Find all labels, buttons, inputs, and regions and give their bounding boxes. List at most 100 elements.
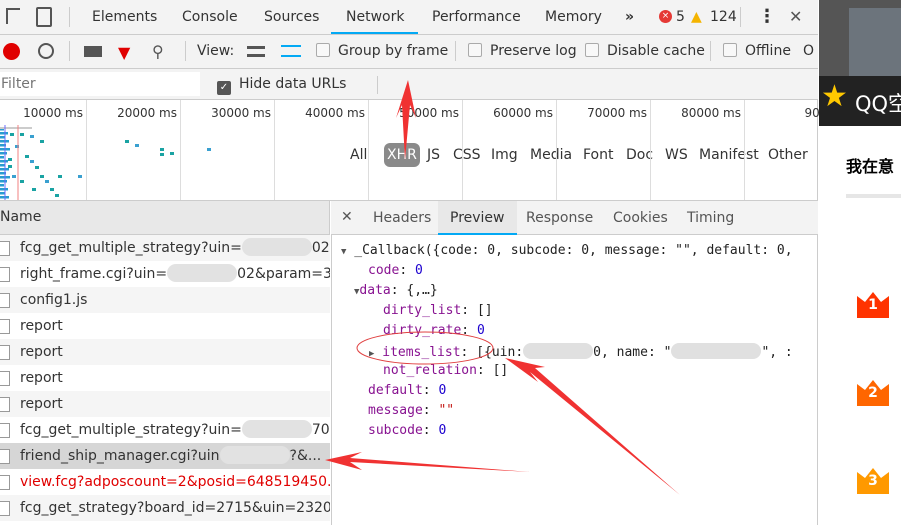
- name-column-header[interactable]: Name: [0, 201, 330, 235]
- detail-tab-preview[interactable]: Preview: [438, 201, 517, 235]
- request-name: report: [20, 396, 63, 412]
- network-toolbar: ▼ ⚲ View: Group by frame Preserve log Di…: [0, 35, 818, 69]
- file-icon: [0, 241, 10, 256]
- request-name-suffix: 02&param=3...: [237, 266, 330, 282]
- request-row[interactable]: report: [0, 313, 330, 339]
- waterfall-bar: [207, 148, 211, 151]
- waterfall-bar: [78, 175, 82, 178]
- device-toolbar-icon[interactable]: [36, 7, 52, 27]
- file-icon: [0, 397, 10, 412]
- waterfall-overview-icon[interactable]: [281, 45, 301, 57]
- request-name: view.fcg?adposcount=2&posid=648519450...: [20, 474, 330, 490]
- waterfall-bar: [55, 194, 59, 197]
- timeline-overview[interactable]: 10000 ms 20000 ms 30000 ms 40000 ms 50000 ms…: [0, 100, 839, 201]
- filter-input[interactable]: [0, 72, 200, 96]
- preview-subcode: subcode: 0: [368, 423, 447, 438]
- waterfall-bar: [160, 148, 164, 151]
- tab-memory[interactable]: Memory: [545, 0, 602, 34]
- redacted-blur: [167, 264, 238, 282]
- detail-tab-response[interactable]: Response: [514, 201, 605, 235]
- offline-checkbox[interactable]: Offline: [723, 43, 791, 59]
- record-icon[interactable]: [3, 43, 20, 60]
- request-name: fcg_get_strategy?board_id=2715&uin=2320.…: [20, 500, 330, 516]
- view-label: View:: [197, 43, 235, 59]
- expanded-triangle-icon[interactable]: ▼: [341, 247, 346, 257]
- large-rows-icon[interactable]: [247, 46, 265, 57]
- filter-icon[interactable]: ▼: [118, 43, 130, 62]
- preview-root[interactable]: ▼ _Callback({code: 0, subcode: 0, messag…: [341, 243, 793, 258]
- file-icon: [0, 371, 10, 386]
- error-icon[interactable]: ×: [659, 10, 672, 23]
- waterfall-bar: [0, 164, 5, 167]
- detail-tab-cookies[interactable]: Cookies: [601, 201, 680, 235]
- request-row[interactable]: friend_ship_manager.cgi?uin ?&...: [0, 443, 330, 469]
- inspect-element-icon[interactable]: [6, 8, 20, 24]
- redacted-blur: [241, 420, 312, 438]
- request-row[interactable]: report: [0, 365, 330, 391]
- request-name: report: [20, 318, 63, 334]
- disable-cache-checkbox[interactable]: Disable cache: [585, 43, 705, 59]
- request-name: config1.js: [20, 292, 88, 308]
- throttling-select[interactable]: O: [803, 43, 814, 59]
- warning-icon[interactable]: ▲: [691, 9, 702, 25]
- error-count[interactable]: 5: [676, 0, 685, 34]
- preview-dirty-list: dirty_list: []: [383, 303, 493, 318]
- redacted-blur: [219, 446, 290, 464]
- file-icon: [0, 319, 10, 334]
- waterfall-chart: [0, 125, 211, 200]
- web-page: ★ QQ空 我在意: [819, 0, 901, 525]
- waterfall-bar: [10, 133, 14, 136]
- waterfall-bar: [0, 180, 7, 183]
- tab-elements[interactable]: Elements: [92, 0, 157, 34]
- request-name: fcg_get_multiple_strategy?uin=: [20, 240, 242, 256]
- request-row[interactable]: fcg_get_strategy?board_id=2715&uin=2320.…: [0, 495, 330, 521]
- request-row[interactable]: fcg_get_multiple_strategy?uin= 702...: [0, 417, 330, 443]
- hide-data-urls-checkbox[interactable]: ✓ Hide data URLs: [217, 76, 346, 95]
- waterfall-bar: [45, 180, 49, 183]
- close-detail-icon[interactable]: ✕: [341, 209, 353, 225]
- tab-network[interactable]: Network: [331, 0, 418, 34]
- waterfall-bar: [20, 133, 24, 136]
- waterfall-bar: [125, 140, 129, 143]
- more-menu-icon[interactable]: ⋮: [758, 0, 776, 34]
- detail-tab-headers[interactable]: Headers: [361, 201, 443, 235]
- collapsed-triangle-icon: ▶: [369, 349, 375, 359]
- waterfall-bar: [0, 160, 8, 163]
- request-row[interactable]: config1.js: [0, 287, 330, 313]
- preserve-log-checkbox[interactable]: Preserve log: [468, 43, 577, 59]
- waterfall-bar: [50, 188, 54, 191]
- request-row[interactable]: fcg_get_multiple_strategy?uin= 02...: [0, 235, 330, 261]
- waterfall-bar: [0, 152, 7, 155]
- request-name-suffix: 02...: [311, 240, 330, 256]
- warning-count[interactable]: 124: [710, 0, 737, 34]
- file-icon: [0, 501, 10, 516]
- tab-performance[interactable]: Performance: [432, 0, 521, 34]
- waterfall-bar: [12, 175, 16, 178]
- devtools-panel: Elements Console Sources Network Perform…: [0, 0, 839, 525]
- request-name-suffix: ?&...: [289, 448, 322, 464]
- waterfall-bar: [170, 152, 174, 155]
- preview-data[interactable]: ▼data: {,…}: [354, 283, 438, 298]
- filter-bar: ✓Hide data URLs AllXHRJSCSSImgMediaFontD…: [0, 69, 818, 167]
- tab-sources[interactable]: Sources: [264, 0, 319, 34]
- tab-console[interactable]: Console: [182, 0, 238, 34]
- screenshot-camera-icon[interactable]: [84, 46, 102, 57]
- clear-icon[interactable]: [38, 43, 54, 59]
- request-row[interactable]: right_frame.cgi?uin= 02&param=3...: [0, 261, 330, 287]
- group-by-frame-checkbox[interactable]: Group by frame: [316, 43, 448, 59]
- detail-tab-timing[interactable]: Timing: [675, 201, 746, 235]
- request-row[interactable]: view.fcg?adposcount=2&posid=648519450...: [0, 469, 330, 495]
- waterfall-bar: [0, 188, 8, 191]
- search-icon[interactable]: ⚲: [152, 42, 164, 61]
- rank-badge-1: 1: [856, 292, 890, 318]
- preview-items-list[interactable]: ▶ items_list: [{uin: 0, name: " ", :: [369, 343, 793, 360]
- qzone-header: ★ QQ空: [819, 76, 901, 126]
- preview-pane: ▼ _Callback({code: 0, subcode: 0, messag…: [331, 235, 818, 525]
- waterfall-bar: [160, 153, 164, 156]
- request-row[interactable]: report: [0, 339, 330, 365]
- request-row[interactable]: report: [0, 391, 330, 417]
- more-tabs-button[interactable]: »: [625, 0, 634, 34]
- waterfall-bar: [0, 156, 4, 159]
- close-devtools-icon[interactable]: ✕: [789, 0, 802, 34]
- request-name: report: [20, 370, 63, 386]
